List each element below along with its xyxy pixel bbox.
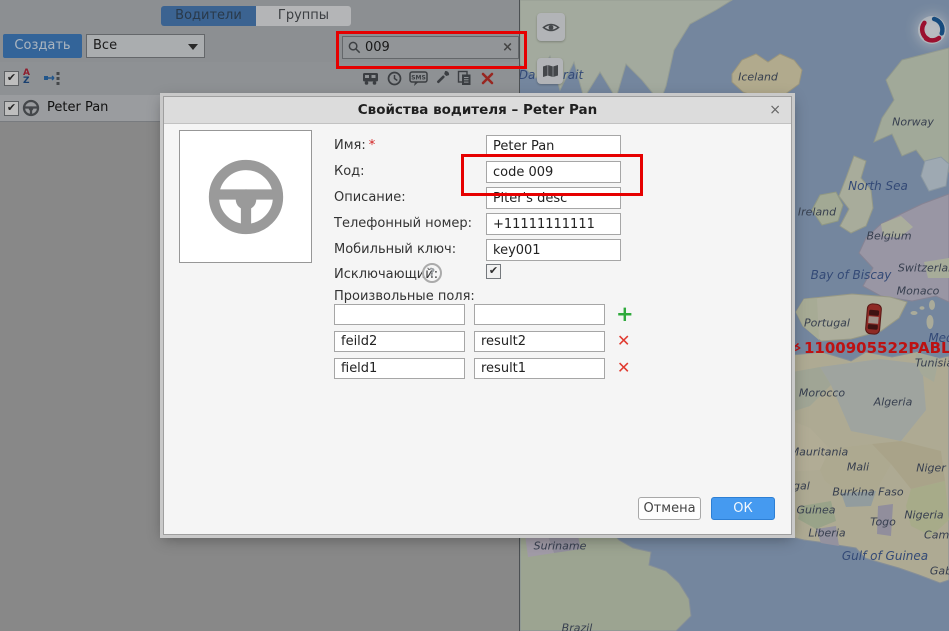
- ok-button[interactable]: ОК: [711, 497, 775, 520]
- custom-field-name-2[interactable]: [334, 331, 465, 352]
- custom-field-value-new[interactable]: [474, 304, 605, 325]
- code-label: Код:: [334, 164, 365, 179]
- remove-custom-field-icon[interactable]: ✕: [617, 333, 633, 349]
- code-field[interactable]: [486, 161, 621, 183]
- driver-properties-dialog: Свойства водителя – Peter Pan × Имя:* Ко…: [163, 96, 792, 535]
- exclusive-checkbox[interactable]: ✔: [486, 264, 501, 279]
- dialog-close-icon[interactable]: ×: [769, 97, 781, 124]
- name-label: Имя:*: [334, 138, 375, 153]
- driver-photo-placeholder[interactable]: [179, 130, 312, 263]
- help-icon[interactable]: ?: [422, 263, 442, 283]
- add-custom-field-icon[interactable]: +: [616, 305, 634, 323]
- dialog-title: Свойства водителя – Peter Pan: [164, 97, 791, 124]
- required-mark: *: [369, 138, 376, 153]
- custom-field-name-1[interactable]: [334, 358, 465, 379]
- name-field[interactable]: [486, 135, 621, 157]
- steering-wheel-icon: [205, 156, 287, 238]
- checkmark: ✔: [489, 264, 498, 277]
- description-label: Описание:: [334, 190, 406, 205]
- phone-label: Телефонный номер:: [334, 216, 472, 231]
- custom-fields-label: Произвольные поля:: [334, 289, 475, 304]
- mobile-key-field[interactable]: [486, 239, 621, 261]
- phone-field[interactable]: [486, 213, 621, 235]
- cancel-button[interactable]: Отмена: [638, 497, 701, 520]
- custom-field-value-2[interactable]: [474, 331, 605, 352]
- custom-field-name-new[interactable]: [334, 304, 465, 325]
- remove-custom-field-icon[interactable]: ✕: [617, 360, 633, 376]
- custom-field-value-1[interactable]: [474, 358, 605, 379]
- mobile-key-label: Мобильный ключ:: [334, 242, 456, 257]
- description-field[interactable]: [486, 187, 621, 209]
